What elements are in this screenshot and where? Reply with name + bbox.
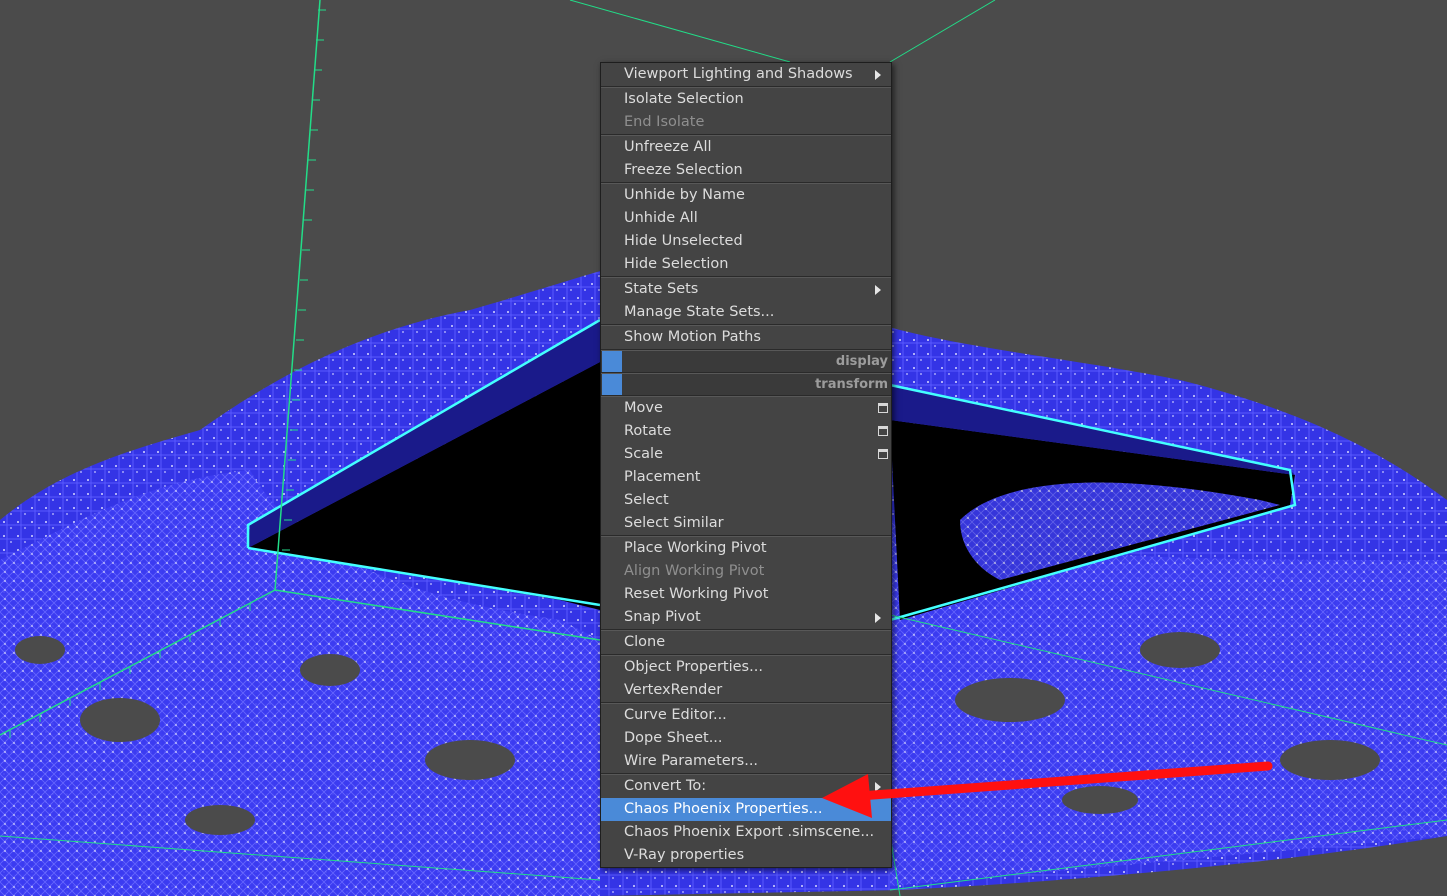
menu-item-label: Chaos Phoenix Properties...: [624, 801, 823, 817]
quadrant-header-transform[interactable]: transform: [601, 374, 891, 395]
menu-item-viewport-lighting-and-shadows[interactable]: Viewport Lighting and Shadows: [601, 63, 891, 86]
menu-item-label: Wire Parameters...: [624, 753, 759, 769]
menu-item-label: Curve Editor...: [624, 707, 727, 723]
menu-item-show-motion-paths[interactable]: Show Motion Paths: [601, 326, 891, 349]
quadrant-header-display[interactable]: display: [601, 351, 891, 372]
menu-item-place-working-pivot[interactable]: Place Working Pivot: [601, 537, 891, 560]
menu-item-select[interactable]: Select: [601, 489, 891, 512]
menu-item-freeze-selection[interactable]: Freeze Selection: [601, 159, 891, 182]
menu-item-label: Hide Selection: [624, 256, 729, 272]
menu-item-label: Scale: [624, 446, 664, 462]
quadrant-label: transform: [815, 377, 888, 392]
menu-item-scale[interactable]: Scale: [601, 443, 891, 466]
quadrant-color-swatch: [602, 374, 622, 395]
menu-item-dope-sheet[interactable]: Dope Sheet...: [601, 727, 891, 750]
menu-item-label: Viewport Lighting and Shadows: [624, 66, 853, 82]
menu-item-label: Placement: [624, 469, 701, 485]
menu-item-hide-selection[interactable]: Hide Selection: [601, 253, 891, 276]
menu-item-chaos-phoenix-properties[interactable]: Chaos Phoenix Properties...: [601, 798, 891, 821]
menu-item-rotate[interactable]: Rotate: [601, 420, 891, 443]
menu-item-label: Clone: [624, 634, 666, 650]
menu-item-snap-pivot[interactable]: Snap Pivot: [601, 606, 891, 629]
options-box-icon[interactable]: [878, 403, 888, 413]
menu-item-object-properties[interactable]: Object Properties...: [601, 656, 891, 679]
menu-item-label: Show Motion Paths: [624, 329, 761, 345]
quad-menu: Viewport Lighting and Shadows Isolate Sel…: [600, 62, 892, 868]
options-box-icon[interactable]: [878, 449, 888, 459]
menu-item-label: Unhide by Name: [624, 187, 745, 203]
menu-item-chaos-phoenix-export-simscene[interactable]: Chaos Phoenix Export .simscene...: [601, 821, 891, 844]
menu-item-label: Freeze Selection: [624, 162, 743, 178]
menu-item-reset-working-pivot[interactable]: Reset Working Pivot: [601, 583, 891, 606]
menu-item-label: State Sets: [624, 281, 699, 297]
menu-item-label: Place Working Pivot: [624, 540, 767, 556]
menu-item-vertexrender[interactable]: VertexRender: [601, 679, 891, 702]
menu-item-v-ray-properties[interactable]: V-Ray properties: [601, 844, 891, 867]
submenu-arrow-icon: [875, 613, 881, 623]
menu-item-unhide-by-name[interactable]: Unhide by Name: [601, 184, 891, 207]
menu-item-label: Object Properties...: [624, 659, 763, 675]
menu-item-convert-to[interactable]: Convert To:: [601, 775, 891, 798]
menu-item-select-similar[interactable]: Select Similar: [601, 512, 891, 535]
menu-item-label: Unhide All: [624, 210, 698, 226]
menu-item-label: Convert To:: [624, 778, 707, 794]
menu-item-label: Manage State Sets...: [624, 304, 775, 320]
menu-item-unhide-all[interactable]: Unhide All: [601, 207, 891, 230]
menu-item-label: Snap Pivot: [624, 609, 701, 625]
menu-item-label: Rotate: [624, 423, 672, 439]
menu-item-manage-state-sets[interactable]: Manage State Sets...: [601, 301, 891, 324]
menu-item-wire-parameters[interactable]: Wire Parameters...: [601, 750, 891, 773]
menu-item-label: Unfreeze All: [624, 139, 712, 155]
menu-item-move[interactable]: Move: [601, 397, 891, 420]
menu-item-label: Reset Working Pivot: [624, 586, 769, 602]
menu-item-hide-unselected[interactable]: Hide Unselected: [601, 230, 891, 253]
options-box-icon[interactable]: [878, 426, 888, 436]
menu-item-label: Select: [624, 492, 669, 508]
submenu-arrow-icon: [875, 285, 881, 295]
menu-item-align-working-pivot[interactable]: Align Working Pivot: [601, 560, 891, 583]
quadrant-color-swatch: [602, 351, 622, 372]
menu-item-label: Move: [624, 400, 663, 416]
menu-item-label: VertexRender: [624, 682, 723, 698]
menu-item-label: Hide Unselected: [624, 233, 743, 249]
submenu-arrow-icon: [875, 70, 881, 80]
menu-item-end-isolate[interactable]: End Isolate: [601, 111, 891, 134]
menu-item-label: End Isolate: [624, 114, 705, 130]
menu-item-clone[interactable]: Clone: [601, 631, 891, 654]
menu-item-unfreeze-all[interactable]: Unfreeze All: [601, 136, 891, 159]
menu-item-label: Select Similar: [624, 515, 724, 531]
menu-item-label: Isolate Selection: [624, 91, 744, 107]
menu-item-label: Dope Sheet...: [624, 730, 723, 746]
quadrant-label: display: [835, 354, 888, 369]
menu-item-placement[interactable]: Placement: [601, 466, 891, 489]
menu-item-label: Chaos Phoenix Export .simscene...: [624, 824, 875, 840]
menu-item-state-sets[interactable]: State Sets: [601, 278, 891, 301]
menu-item-isolate-selection[interactable]: Isolate Selection: [601, 88, 891, 111]
submenu-arrow-icon: [875, 782, 881, 792]
menu-item-curve-editor[interactable]: Curve Editor...: [601, 704, 891, 727]
menu-item-label: Align Working Pivot: [624, 563, 765, 579]
menu-item-label: V-Ray properties: [624, 847, 745, 863]
